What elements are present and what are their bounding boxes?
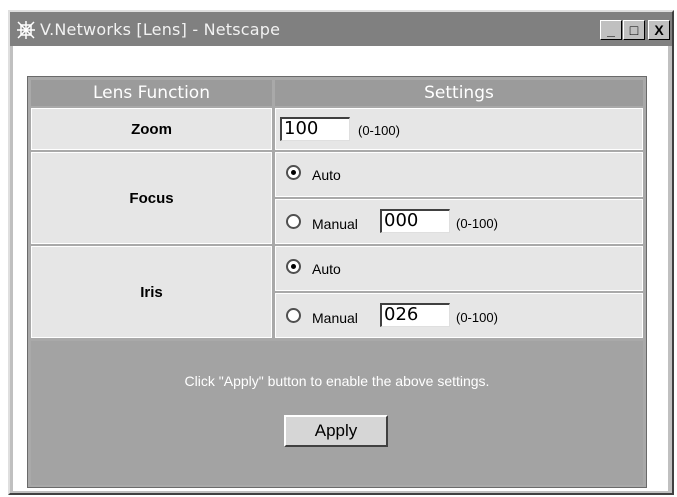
focus-manual-input[interactable]: 000 [380, 209, 450, 233]
focus-label-cell: Focus [31, 152, 272, 244]
maximize-icon: □ [629, 22, 639, 38]
netscape-app-icon [17, 21, 35, 39]
maximize-button[interactable]: □ [623, 20, 645, 40]
header-settings: Settings [275, 80, 643, 106]
focus-manual-radio[interactable] [286, 214, 301, 229]
header-lens-function: Lens Function [31, 80, 272, 106]
zoom-input[interactable]: 100 [280, 117, 350, 141]
browser-window: V.Networks [Lens] - Netscape _ □ X Lens … [8, 10, 674, 495]
minimize-icon: _ [607, 22, 615, 38]
zoom-range-hint: (0-100) [358, 123, 400, 138]
focus-auto-label: Auto [312, 167, 341, 183]
iris-manual-input[interactable]: 026 [380, 303, 450, 327]
iris-auto-label: Auto [312, 261, 341, 277]
iris-auto-radio[interactable] [286, 259, 301, 274]
focus-auto-radio[interactable] [286, 165, 301, 180]
iris-manual-label: Manual [312, 310, 358, 326]
title-bar[interactable]: V.Networks [Lens] - Netscape _ □ X [10, 12, 672, 46]
lens-settings-panel: Lens Function Settings Zoom 100 (0-100) … [27, 76, 647, 488]
focus-label: Focus [129, 189, 174, 207]
focus-manual-cell: Manual 000 (0-100) [275, 199, 643, 244]
focus-range-hint: (0-100) [456, 216, 498, 231]
close-button[interactable]: X [648, 20, 670, 40]
iris-label: Iris [140, 283, 163, 301]
iris-range-hint: (0-100) [456, 310, 498, 325]
window-title: V.Networks [Lens] - Netscape [40, 20, 281, 39]
apply-instruction: Click "Apply" button to enable the above… [184, 373, 490, 389]
zoom-settings-cell: 100 (0-100) [275, 108, 643, 150]
zoom-label-cell: Zoom [31, 108, 272, 150]
iris-auto-cell: Auto [275, 246, 643, 291]
page-content: Lens Function Settings Zoom 100 (0-100) … [13, 46, 668, 491]
focus-manual-label: Manual [312, 216, 358, 232]
iris-manual-radio[interactable] [286, 308, 301, 323]
iris-manual-cell: Manual 026 (0-100) [275, 293, 643, 338]
minimize-button[interactable]: _ [600, 20, 622, 40]
focus-auto-cell: Auto [275, 152, 643, 197]
zoom-label: Zoom [131, 120, 172, 138]
apply-button[interactable]: Apply [284, 415, 388, 447]
apply-footer: Click "Apply" button to enable the above… [31, 341, 643, 485]
close-icon: X [654, 22, 664, 38]
iris-label-cell: Iris [31, 246, 272, 338]
